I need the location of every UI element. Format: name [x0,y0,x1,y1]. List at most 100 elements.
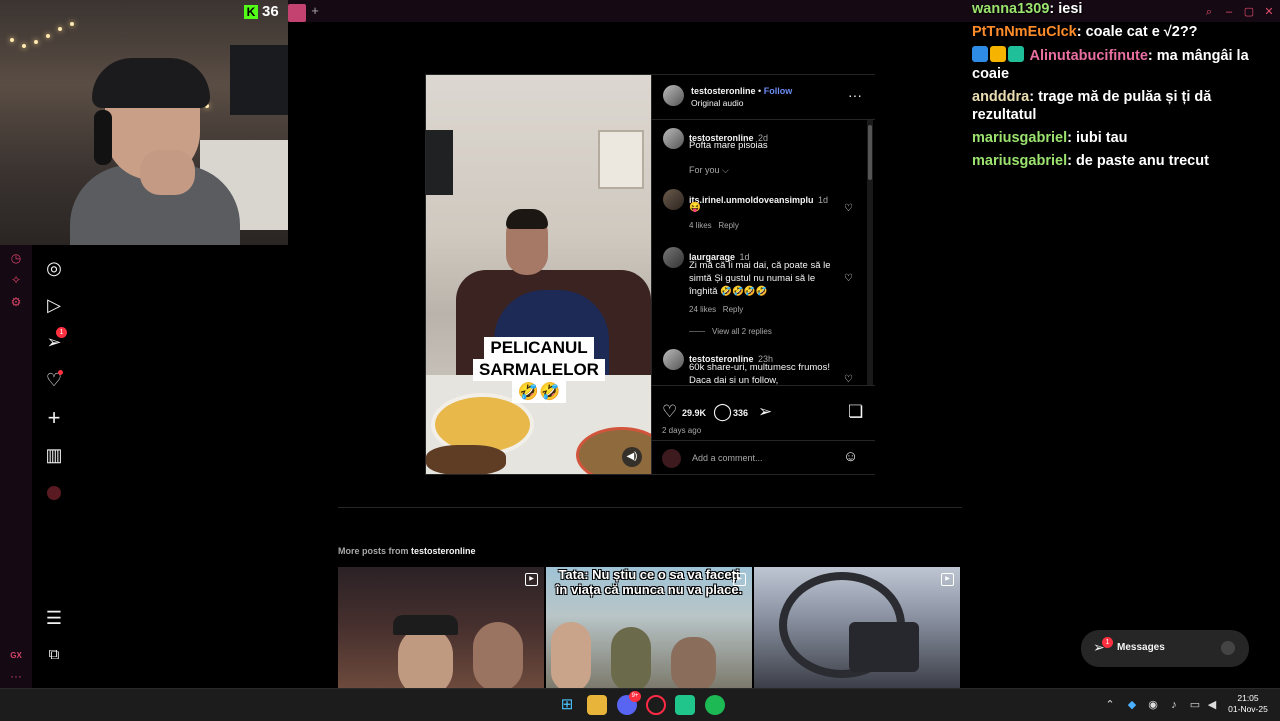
more-posts-author[interactable]: testosteronline [411,546,476,556]
comment-avatar[interactable] [663,189,684,210]
chat-badge-icon [972,46,988,62]
comment-like-icon[interactable]: ♡ [844,203,853,214]
windows-taskbar: ⊞ 9+ ⌃ ◆ ◉ ♪ ▭ ◀ 21:05 01-Nov-25 [0,688,1280,721]
comment-input[interactable]: Add a comment... [692,453,763,463]
tray-discord-icon[interactable]: ◉ [1146,698,1160,712]
kick-logo-icon: K [244,4,258,19]
comment-likes[interactable]: 24 likes [689,305,716,314]
save-icon[interactable]: ❏ [848,403,863,421]
mute-icon[interactable]: ◀) [622,447,642,467]
chat-message: wanna1309: iesi [972,1,1083,17]
comment-like-icon[interactable]: ♡ [844,374,853,385]
tile-caption: Tata: Nu știu ce o sa va faceți în viața… [555,567,743,597]
profile-avatar[interactable] [47,486,61,500]
chat-username: Alinutabucifinute [1029,48,1148,64]
explore-icon[interactable]: ◎ [42,256,66,280]
stream-chat: wanna1309: iesi PtTnNmEuClck: coale cat … [972,0,1272,175]
file-explorer-icon[interactable] [587,695,607,715]
more-post-tile-3[interactable]: ▶ [754,567,960,688]
reels-icon[interactable]: ▷ [42,293,66,317]
opera-sidebar: ◷ ✧ ⚙ GX ··· [0,245,32,688]
viewer-count-badge: K 36 [244,3,284,21]
notifications-icon[interactable]: ♡ [42,368,66,392]
comment-like-icon[interactable]: ♡ [844,273,853,284]
discord-badge: 9+ [629,691,641,702]
chat-username: andddra [972,89,1030,105]
chat-username: mariusgabriel [972,130,1068,146]
view-replies-button[interactable]: View all 2 replies [712,327,772,336]
chat-username: PtTnNmEuClck [972,24,1077,40]
taskbar-clock[interactable]: 21:05 01-Nov-25 [1222,693,1274,715]
more-post-tile-2[interactable]: Tata: Nu știu ce o sa va faceți în viața… [546,567,752,688]
post-sidebar: testosteronline • Follow Original audio … [651,75,875,474]
more-menu-icon[interactable]: ☰ [42,606,66,630]
more-options-icon[interactable]: ··· [848,87,862,103]
new-tab-icon[interactable]: + [308,4,322,18]
kick-app-icon[interactable] [675,695,695,715]
author-avatar[interactable] [663,85,684,106]
comment-likes[interactable]: 4 likes [689,221,712,230]
spotify-icon[interactable] [705,695,725,715]
more-posts-label: More posts from [338,546,409,556]
audio-label[interactable]: Original audio [691,98,743,108]
comment-avatar[interactable] [663,349,684,370]
dashboard-icon[interactable]: ▥ [42,443,66,467]
instagram-nav: ◎ ▷ ➢ 1 ♡ + ▥ ☰ ⧉ [32,245,78,688]
chat-badge-icon [1008,46,1024,62]
reel-icon: ▶ [525,573,538,586]
author-username[interactable]: testosteronline [691,86,756,96]
settings-icon[interactable]: ⚙ [9,295,23,309]
messages-badge: 1 [56,327,67,338]
opera-gx-icon[interactable] [646,695,666,715]
comment-icon[interactable]: ◯ [713,403,732,421]
viewer-count: 36 [262,3,279,21]
more-posts-heading: More posts from testosteronline [338,546,476,556]
discord-icon[interactable]: 9+ [617,691,641,715]
scrollbar-thumb[interactable] [868,125,872,180]
caption-avatar[interactable] [663,128,684,149]
history-icon[interactable]: ◷ [9,251,23,265]
comment-text: 😝 [689,202,701,213]
post-video[interactable]: PELICANUL SARMALELOR 🤣🤣 ◀) [426,75,651,474]
chat-message: andddra: trage mă de pulăa și ți dă rezu… [972,89,1212,123]
chat-message: mariusgabriel: de paste anu trecut [972,153,1209,169]
gx-logo-icon[interactable]: GX [5,649,27,663]
more-icon[interactable]: ··· [9,669,23,683]
comment-username[interactable]: its.irinel.unmoldoveansimplu [689,195,814,205]
post-actions: ♡ 29.9K ◯ 336 ➢ ❏ 2 days ago [652,385,875,441]
comment-sort-dropdown[interactable]: For you ⌵ [689,165,729,176]
chat-text: de paste anu trecut [1075,153,1209,169]
chat-message: PtTnNmEuClck: coale cat e √2?? [972,24,1198,40]
reel-icon: ▶ [733,573,746,586]
reply-button[interactable]: Reply [723,305,743,314]
messages-avatar [1221,641,1235,655]
post-header: testosteronline • Follow Original audio … [652,75,875,120]
chat-text: iubi tau [1075,130,1128,146]
tray-overflow-icon[interactable]: ⌃ [1103,698,1117,712]
network-icon[interactable]: ▭ [1188,698,1202,712]
also-from-meta-icon[interactable]: ⧉ [42,643,66,667]
reply-button[interactable]: Reply [718,221,738,230]
share-icon[interactable]: ➢ [758,403,772,421]
extensions-icon[interactable]: ✧ [9,273,23,287]
emoji-icon[interactable]: ☺ [843,448,858,465]
chat-message: mariusgabriel: iubi tau [972,130,1128,146]
comment-count: 336 [733,408,749,418]
post-date: 2 days ago [662,426,702,435]
browser-tab[interactable] [288,4,306,22]
microphone-icon[interactable]: ♪ [1167,698,1181,712]
separator-dot: • [758,86,762,96]
messages-icon[interactable]: ➢ 1 [42,327,67,354]
tray-app-icon[interactable]: ◆ [1125,698,1139,712]
follow-button[interactable]: Follow [764,86,793,96]
volume-icon[interactable]: ◀ [1205,698,1219,712]
like-count[interactable]: 29.9K [682,408,706,418]
comments-list: testosteronline 2d Pofta mare pisoias Fo… [652,120,867,385]
video-caption-line-2: SARMALELOR [473,359,605,381]
create-icon[interactable]: + [42,406,66,430]
comment-avatar[interactable] [663,247,684,268]
like-icon[interactable]: ♡ [662,403,677,421]
messages-pill[interactable]: ➢ 1 Messages [1081,630,1249,667]
start-icon[interactable]: ⊞ [557,695,577,715]
more-post-tile-1[interactable]: ▶ [338,567,544,688]
